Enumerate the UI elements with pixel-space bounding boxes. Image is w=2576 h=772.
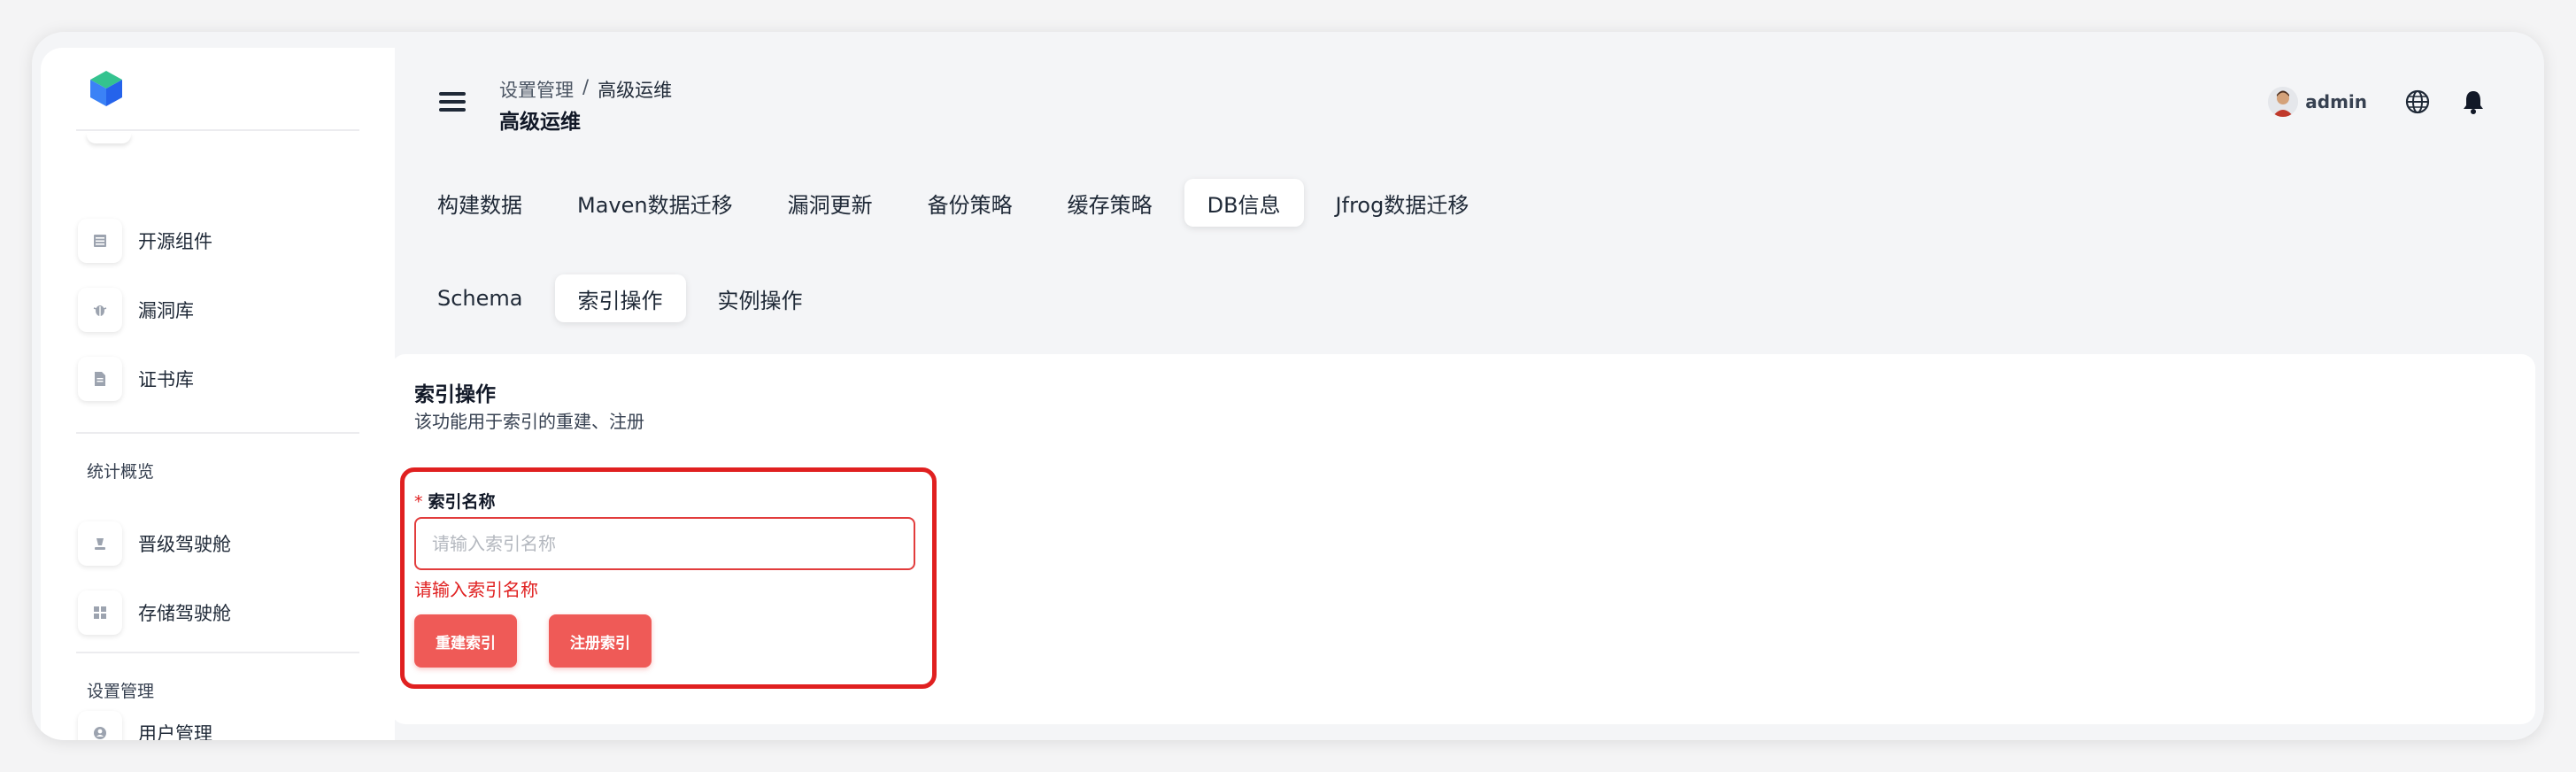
card-description: 该功能用于索引的重建、注册: [414, 411, 644, 432]
tab-maven-migration[interactable]: Maven数据迁移: [554, 179, 756, 227]
sidebar-item-partial: [87, 133, 131, 143]
document-icon: [78, 357, 122, 401]
grid-icon: [78, 591, 122, 635]
breadcrumb: 设置管理 / 高级运维: [499, 76, 672, 103]
index-name-label: * 索引名称: [414, 489, 496, 513]
breadcrumb-separator: /: [582, 76, 590, 97]
user-name: admin: [2305, 91, 2367, 112]
index-name-input[interactable]: [414, 517, 915, 570]
index-operations-card: 索引操作 该功能用于索引的重建、注册 *索引名称 请输入索引名称 重建索引 注册…: [391, 354, 2535, 724]
tab-db-info[interactable]: DB信息: [1184, 179, 1304, 227]
breadcrumb-item-settings[interactable]: 设置管理: [499, 76, 574, 103]
tab-cache-policy[interactable]: 缓存策略: [1045, 179, 1176, 227]
sidebar-item-user-management[interactable]: 用户管理: [78, 708, 370, 740]
sub-tabs: Schema 索引操作 实例操作: [414, 274, 835, 322]
tab-jfrog-migration[interactable]: Jfrog数据迁移: [1313, 179, 1492, 227]
sidebar-item-open-source[interactable]: 开源组件: [78, 216, 370, 266]
index-name-error: 请输入索引名称: [414, 579, 538, 600]
avatar: [2268, 87, 2299, 117]
sidebar-section-settings: 设置管理: [87, 682, 155, 701]
sidebar-item-vuln-db[interactable]: 漏洞库: [78, 285, 370, 335]
user-icon: [78, 711, 122, 740]
logo-icon[interactable]: [85, 67, 127, 110]
subtab-instance-ops[interactable]: 实例操作: [695, 274, 826, 322]
table-icon: [78, 219, 122, 263]
subtab-index-ops[interactable]: 索引操作: [554, 274, 686, 322]
sidebar-item-promotion-cockpit[interactable]: 晋级驾驶舱: [78, 519, 370, 568]
user-menu[interactable]: admin: [2268, 87, 2367, 117]
breadcrumb-item-current: 高级运维: [598, 80, 673, 101]
sidebar-item-label: 漏洞库: [138, 300, 194, 321]
register-index-button[interactable]: 注册索引: [549, 614, 652, 668]
sidebar-item-cert-db[interactable]: 证书库: [78, 354, 370, 404]
sidebar-item-label: 晋级驾驶舱: [138, 534, 231, 555]
main-tabs: 构建数据 Maven数据迁移 漏洞更新 备份策略 缓存策略 DB信息 Jfrog…: [414, 179, 1500, 227]
sidebar-item-label: 存储驾驶舱: [138, 603, 231, 624]
tab-build-data[interactable]: 构建数据: [414, 179, 545, 227]
page-title: 高级运维: [499, 111, 581, 134]
sidebar-divider: [76, 432, 359, 434]
sidebar-section-stats: 统计概览: [87, 462, 155, 482]
menu-toggle-icon[interactable]: [439, 92, 466, 115]
tab-backup-policy[interactable]: 备份策略: [905, 179, 1036, 227]
sidebar-item-label: 开源组件: [138, 231, 212, 252]
index-name-label-text: 索引名称: [428, 492, 496, 512]
bug-icon: [78, 288, 122, 332]
rebuild-index-button[interactable]: 重建索引: [414, 614, 517, 668]
bell-icon[interactable]: [2461, 89, 2486, 115]
globe-icon[interactable]: [2404, 89, 2431, 115]
app-window: 开源组件 漏洞库 证书库 统计概览 晋级驾驶舱 存储驾驶舱 设置管理 用户管理 …: [32, 32, 2544, 740]
sidebar-item-storage-cockpit[interactable]: 存储驾驶舱: [78, 588, 370, 637]
sidebar-item-label: 证书库: [138, 369, 194, 390]
subtab-schema[interactable]: Schema: [414, 274, 546, 322]
required-mark: *: [414, 492, 423, 512]
sidebar-divider: [76, 129, 359, 131]
sidebar: 开源组件 漏洞库 证书库 统计概览 晋级驾驶舱 存储驾驶舱 设置管理 用户管理: [41, 48, 395, 740]
tab-vuln-update[interactable]: 漏洞更新: [765, 179, 896, 227]
cockpit-icon: [78, 521, 122, 566]
sidebar-item-label: 用户管理: [138, 723, 212, 740]
card-title: 索引操作: [414, 383, 496, 406]
sidebar-divider: [76, 652, 359, 653]
